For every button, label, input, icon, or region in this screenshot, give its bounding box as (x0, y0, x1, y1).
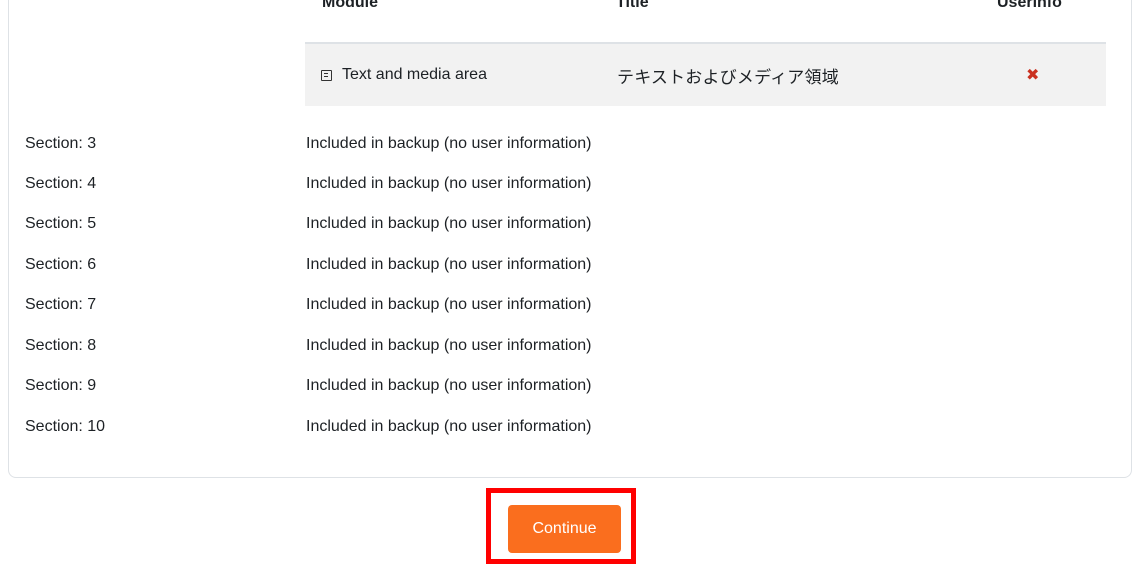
section-label: Section: 9 (25, 377, 97, 394)
section-status: Included in backup (no user information) (306, 377, 592, 394)
section-status: Included in backup (no user information) (306, 296, 592, 313)
section-row: Section: 7 Included in backup (no user i… (0, 285, 1140, 325)
module-title: テキストおよびメディア領域 (617, 67, 839, 88)
module-cell: Text and media area (321, 44, 487, 106)
section-status: Included in backup (no user information) (306, 256, 592, 273)
section-label: Section: 10 (25, 418, 106, 435)
section-status: Included in backup (no user information) (306, 215, 592, 232)
column-header-title: Title (616, 0, 649, 11)
section-status: Included in backup (no user information) (306, 175, 592, 192)
highlight-box (486, 488, 636, 564)
column-header-module: Module (322, 0, 378, 11)
section-row: Section: 6 Included in backup (no user i… (0, 245, 1140, 285)
section-label: Section: 8 (25, 337, 97, 354)
column-header-userinfo: Userinfo (997, 0, 1062, 11)
section-row: Section: 9 Included in backup (no user i… (0, 366, 1140, 406)
userinfo-cell: ✖ (1026, 44, 1039, 106)
module-name: Text and media area (342, 66, 487, 83)
section-row: Section: 3 Included in backup (no user i… (0, 124, 1140, 164)
close-icon: ✖ (1026, 67, 1040, 84)
section-label: Section: 5 (25, 215, 97, 232)
section-label: Section: 6 (25, 256, 97, 273)
section-row: Section: 5 Included in backup (no user i… (0, 204, 1140, 244)
section-status: Included in backup (no user information) (306, 418, 592, 435)
page-icon (321, 69, 332, 81)
section-status: Included in backup (no user information) (306, 135, 592, 152)
section-row: Section: 10 Included in backup (no user … (0, 407, 1140, 447)
section-label: Section: 4 (25, 175, 97, 192)
section-label: Section: 3 (25, 135, 97, 152)
table-row: Text and media area テキストおよびメディア領域 ✖ (305, 44, 1106, 106)
section-status: Included in backup (no user information) (306, 337, 592, 354)
section-row: Section: 4 Included in backup (no user i… (0, 164, 1140, 204)
section-row: Section: 8 Included in backup (no user i… (0, 326, 1140, 366)
section-label: Section: 7 (25, 296, 97, 313)
